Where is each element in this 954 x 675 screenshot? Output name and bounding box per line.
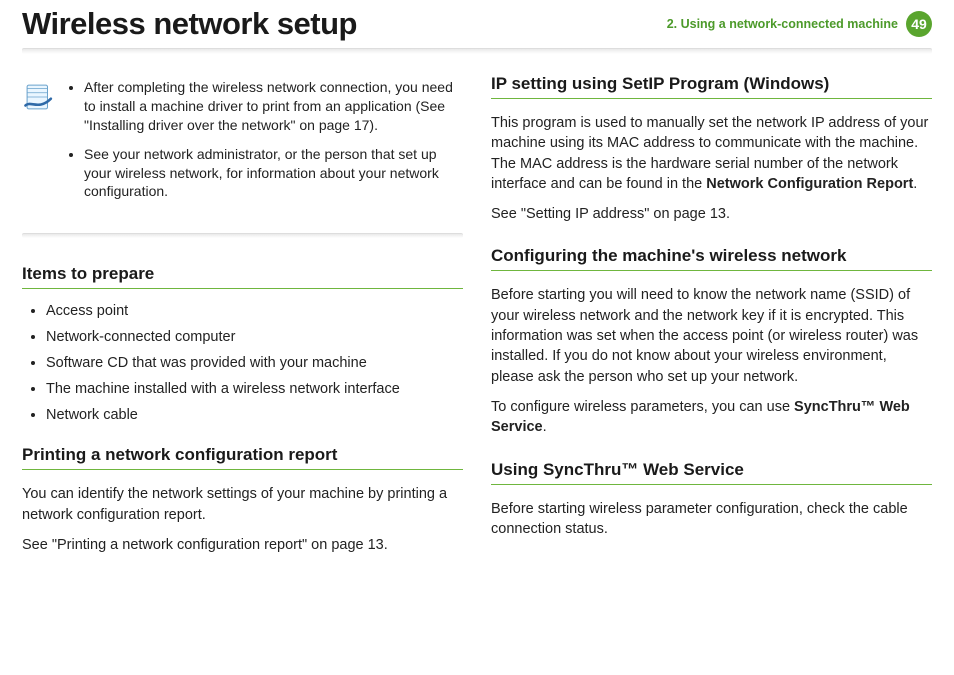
syncthru-heading: Using SyncThru™ Web Service xyxy=(491,460,932,485)
ip-setting-section: IP setting using SetIP Program (Windows)… xyxy=(491,74,932,224)
configure-heading: Configuring the machine's wireless netwo… xyxy=(491,246,932,271)
print-report-section: Printing a network configuration report … xyxy=(22,445,463,555)
right-column: IP setting using SetIP Program (Windows)… xyxy=(491,74,932,577)
syncthru-section: Using SyncThru™ Web Service Before start… xyxy=(491,460,932,540)
left-column: After completing the wireless network co… xyxy=(22,74,463,577)
note-box: After completing the wireless network co… xyxy=(22,74,463,221)
header-right: 2. Using a network-connected machine 49 xyxy=(667,11,932,37)
configure-section: Configuring the machine's wireless netwo… xyxy=(491,246,932,437)
text-run: . xyxy=(913,176,917,192)
header-divider xyxy=(22,48,932,54)
text-run: . xyxy=(543,419,547,435)
body-text: See "Setting IP address" on page 13. xyxy=(491,204,932,224)
ip-setting-heading: IP setting using SetIP Program (Windows) xyxy=(491,74,932,99)
list-item: Network-connected computer xyxy=(46,329,463,345)
note-page-icon xyxy=(22,78,56,211)
note-list: After completing the wireless network co… xyxy=(66,78,461,211)
list-item: Software CD that was provided with your … xyxy=(46,355,463,371)
note-item: After completing the wireless network co… xyxy=(84,78,461,135)
note-item: See your network administrator, or the p… xyxy=(84,145,461,202)
bold-text: Network Configuration Report xyxy=(706,176,913,192)
items-heading: Items to prepare xyxy=(22,264,463,289)
print-report-heading: Printing a network configuration report xyxy=(22,445,463,470)
body-text: This program is used to manually set the… xyxy=(491,113,932,194)
items-list: Access point Network-connected computer … xyxy=(22,303,463,423)
page-title: Wireless network setup xyxy=(22,6,357,42)
note-divider xyxy=(22,233,463,238)
list-item: Access point xyxy=(46,303,463,319)
body-text: Before starting you will need to know th… xyxy=(491,285,932,386)
body-text: To configure wireless parameters, you ca… xyxy=(491,397,932,438)
page-number-badge: 49 xyxy=(906,11,932,37)
text-run: To configure wireless parameters, you ca… xyxy=(491,399,794,415)
document-page: Wireless network setup 2. Using a networ… xyxy=(0,0,954,597)
items-section: Items to prepare Access point Network-co… xyxy=(22,264,463,423)
list-item: Network cable xyxy=(46,407,463,423)
body-text: See "Printing a network configuration re… xyxy=(22,535,463,555)
chapter-label: 2. Using a network-connected machine xyxy=(667,17,898,31)
body-text: You can identify the network settings of… xyxy=(22,484,463,525)
page-header: Wireless network setup 2. Using a networ… xyxy=(22,0,932,42)
body-text: Before starting wireless parameter confi… xyxy=(491,499,932,540)
list-item: The machine installed with a wireless ne… xyxy=(46,381,463,397)
content-columns: After completing the wireless network co… xyxy=(22,74,932,577)
